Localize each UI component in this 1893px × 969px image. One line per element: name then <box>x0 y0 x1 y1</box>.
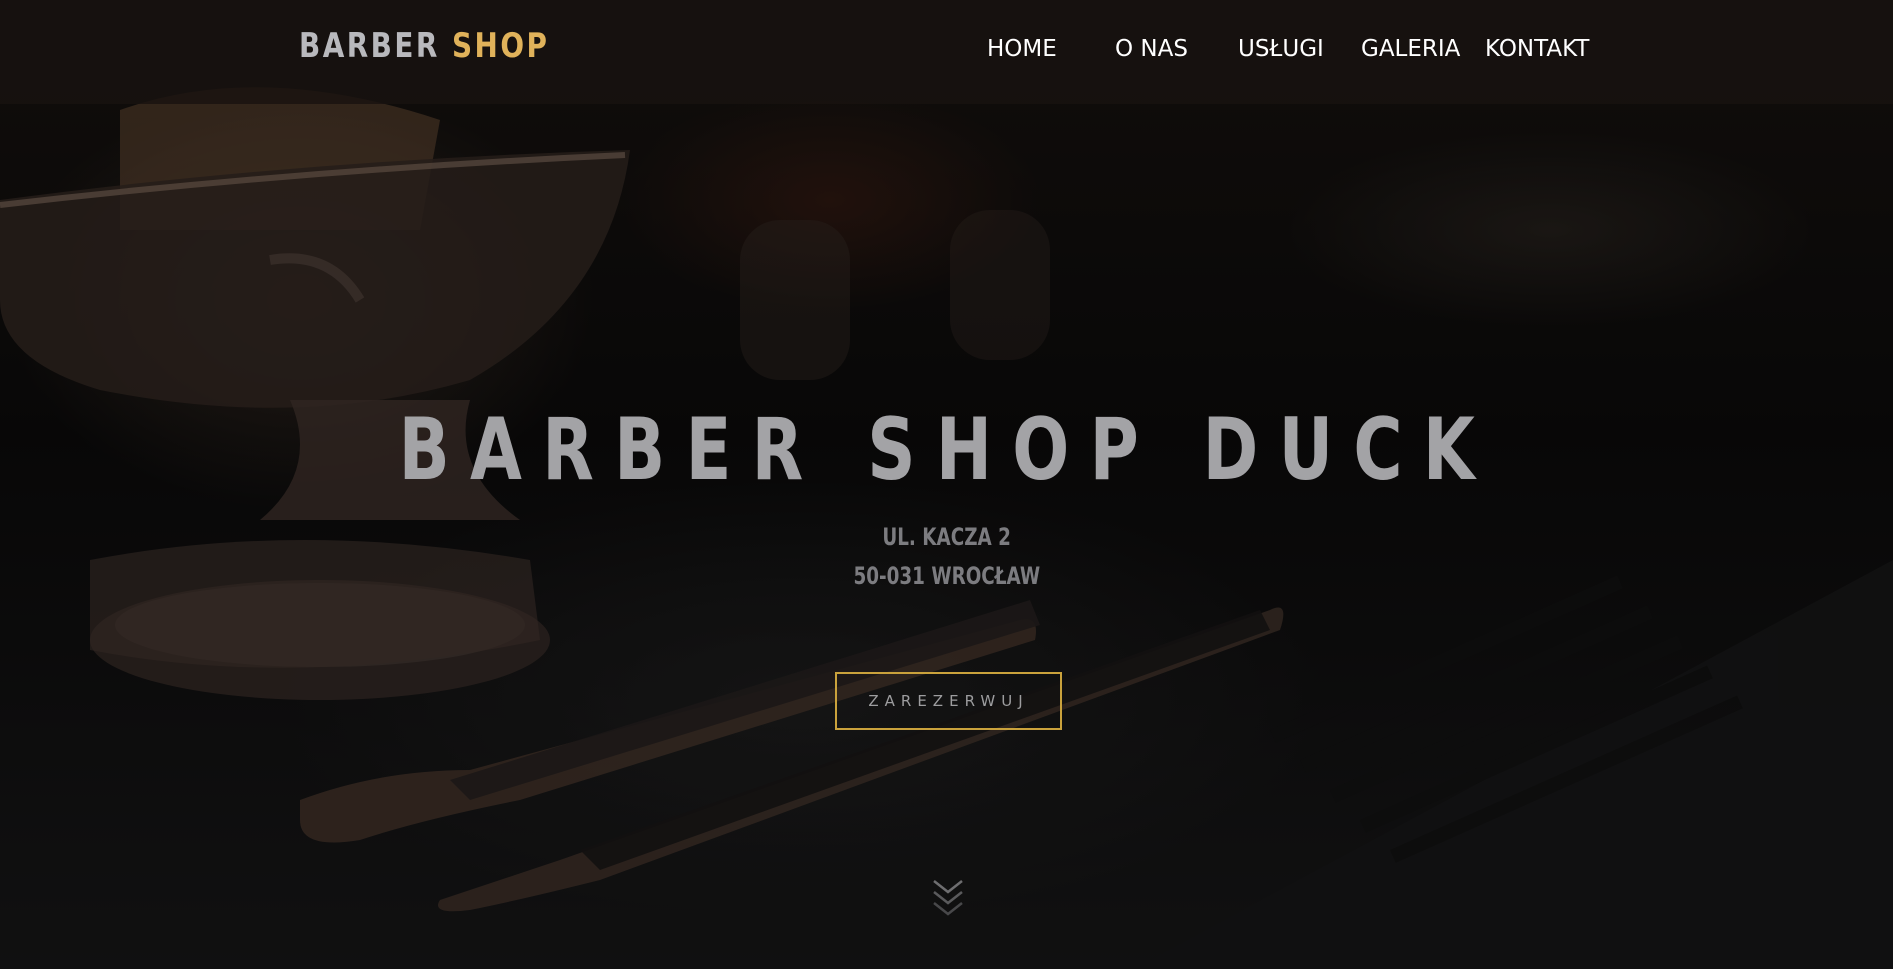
nav-link-services[interactable]: USŁUGI <box>1238 36 1324 66</box>
logo-word-shop: SHOP <box>451 26 550 66</box>
nav-link-about[interactable]: O NAS <box>1115 36 1188 66</box>
reserve-button[interactable]: ZAREZERWUJ <box>835 672 1062 730</box>
hero-title-text: BARBER SHOP DUCK <box>398 400 1495 500</box>
nav-link-contact[interactable]: KONTAKT <box>1485 36 1589 66</box>
site-logo[interactable]: BARBER SHOP <box>299 26 549 66</box>
address-city: 50-031 WROCŁAW <box>0 562 1893 590</box>
logo-word-barber: BARBER <box>299 26 440 66</box>
address-city-text: 50-031 WROCŁAW <box>853 562 1040 590</box>
address-street: UL. KACZA 2 <box>0 523 1893 551</box>
nav-link-home[interactable]: HOME <box>987 36 1057 66</box>
top-navigation-bar <box>0 0 1893 104</box>
address-street-text: UL. KACZA 2 <box>882 523 1011 551</box>
reserve-button-label: ZAREZERWUJ <box>868 692 1029 710</box>
hero-title: BARBER SHOP DUCK <box>0 400 1893 500</box>
nav-link-gallery[interactable]: GALERIA <box>1361 36 1460 66</box>
chevrons-down-icon[interactable] <box>931 878 965 924</box>
